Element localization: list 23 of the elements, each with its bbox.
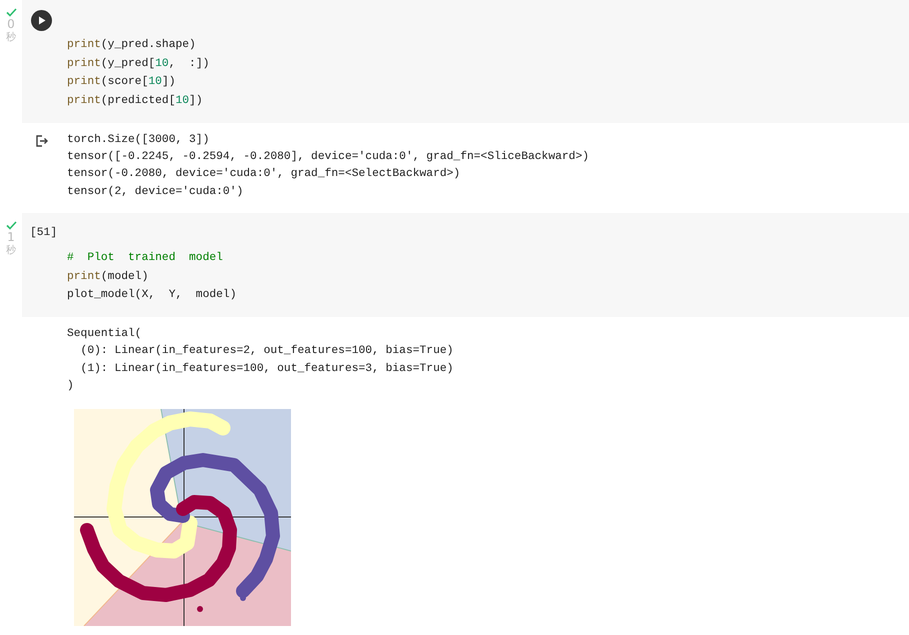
code-line: print(y_pred[10, :]) xyxy=(67,56,210,72)
output-line: (1): Linear(in_features=100, out_features=3, bias=True) xyxy=(80,362,454,377)
output-line: (0): Linear(in_features=2, out_features=100, bias=True) xyxy=(80,344,454,360)
output-line: torch.Size([3000, 3]) xyxy=(67,132,210,148)
output-line: Sequential( xyxy=(67,326,143,342)
play-icon xyxy=(38,16,46,24)
time-unit: 秒 xyxy=(6,31,16,44)
output-icon[interactable] xyxy=(36,134,49,147)
execution-count: [51] xyxy=(30,226,58,239)
code-line: print(score[10]) xyxy=(67,74,176,90)
execution-time: 1 xyxy=(7,230,15,244)
execution-time: 0 xyxy=(7,17,15,31)
output-line: tensor([-0.2245, -0.2594, -0.2080], device='cuda:0', grad_fn=<SliceBackward>) xyxy=(67,150,590,166)
output-line: ) xyxy=(67,378,75,394)
run-button[interactable] xyxy=(31,10,52,30)
code-line: print(predicted[10]) xyxy=(67,94,204,110)
output-line: tensor(-0.2080, device='cuda:0', grad_fn=<SelectBackward>) xyxy=(67,166,462,182)
output-line: tensor(2, device='cuda:0') xyxy=(67,184,244,200)
code-line: plot_model(X, Y, model) xyxy=(67,288,238,304)
code-line: print(y_pred.shape) xyxy=(67,38,197,53)
time-unit: 秒 xyxy=(6,244,16,257)
code-line: print(model) xyxy=(67,270,150,285)
code-line: # Plot trained model xyxy=(67,250,224,266)
